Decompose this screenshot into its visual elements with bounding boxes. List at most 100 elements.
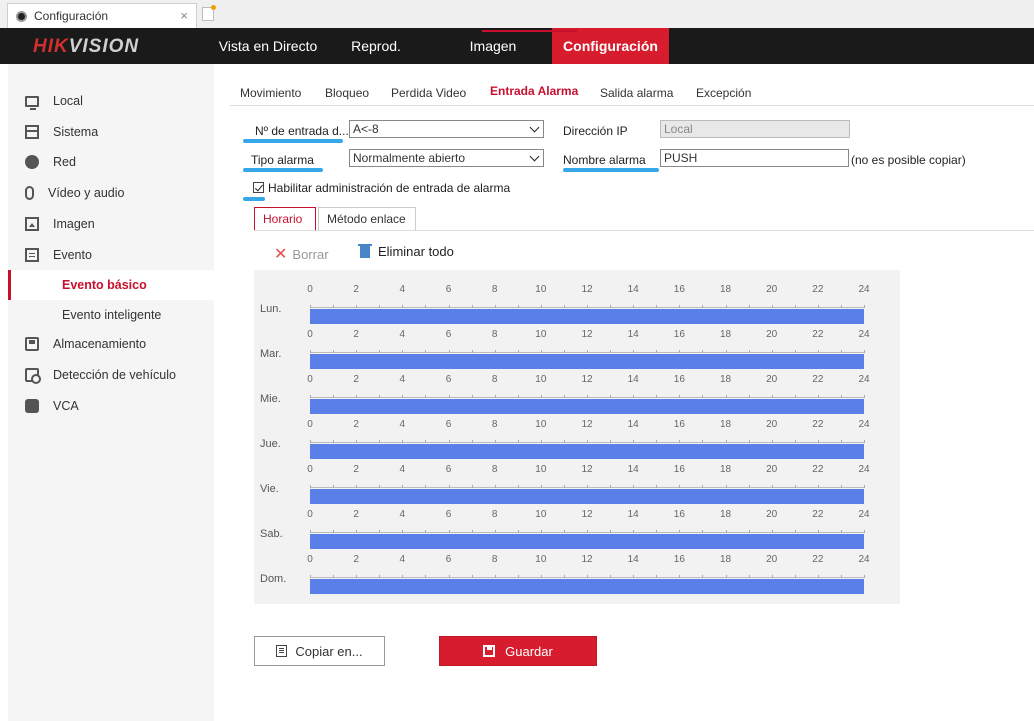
tab-linkage-method[interactable]: Método enlace (318, 207, 416, 231)
schedule-bar[interactable] (310, 579, 864, 594)
hour-tick (748, 530, 750, 533)
sidebar-item-video-audio[interactable]: Vídeo y audio (8, 178, 214, 208)
sidebar-item-vca[interactable]: VCA (8, 391, 214, 421)
nav-image[interactable]: Imagen (454, 28, 532, 64)
browser-tab[interactable]: Configuración × (7, 3, 197, 28)
day-label: Lun. (260, 303, 282, 315)
monitor-icon (25, 95, 39, 110)
hour-tick-label: 4 (399, 509, 406, 520)
new-tab-icon[interactable] (202, 5, 216, 21)
sidebar-item-event[interactable]: Evento (8, 240, 214, 270)
alarm-type-select[interactable]: Normalmente abierto (349, 149, 544, 167)
schedule-bar[interactable] (310, 444, 864, 459)
hour-tick (379, 485, 381, 488)
tab-video-loss[interactable]: Perdida Video (391, 86, 466, 100)
nav-playback[interactable]: Reprod. (337, 28, 415, 64)
hour-tick (563, 440, 565, 443)
tab-exception[interactable]: Excepción (696, 86, 751, 100)
hour-tick (587, 440, 588, 443)
delete-button[interactable]: ✕ Borrar (274, 244, 329, 264)
schedule-bar[interactable] (310, 309, 864, 324)
hour-tick-label: 0 (307, 464, 313, 475)
close-icon: ✕ (274, 246, 288, 263)
tab-tamper[interactable]: Bloqueo (325, 86, 369, 100)
hour-tick (771, 575, 773, 578)
hour-tick (379, 440, 381, 443)
hour-tick-label: 12 (581, 464, 593, 475)
hour-tick (494, 530, 496, 533)
hour-tick-label: 24 (858, 374, 870, 385)
hour-tick (425, 485, 427, 488)
hour-tick (517, 395, 519, 398)
hour-tick-label: 4 (399, 554, 406, 565)
trash-icon (358, 243, 372, 258)
hour-tick-label: 8 (491, 464, 498, 475)
copy-to-button[interactable]: Copiar en... (254, 636, 385, 666)
hour-tick (517, 305, 519, 308)
alarm-input-no-select[interactable]: A<-8 (349, 120, 544, 138)
delete-all-button[interactable]: Eliminar todo (358, 243, 454, 259)
hour-tick-label: 20 (766, 374, 778, 385)
hour-tick (310, 305, 311, 308)
schedule-row[interactable]: Jue. 0 2 4 6 8 10 12 14 16 18 20 22 24 (254, 417, 900, 462)
sidebar-item-image[interactable]: Imagen (8, 209, 214, 239)
sidebar-item-storage[interactable]: Almacenamiento (8, 329, 214, 359)
hour-tick (356, 395, 358, 398)
close-tab-icon[interactable]: × (180, 8, 188, 23)
schedule-row[interactable]: Mie. 0 2 4 6 8 10 12 14 16 18 20 22 24 (254, 372, 900, 417)
enable-alarm-input-checkbox[interactable] (253, 182, 264, 193)
image-icon (25, 217, 39, 231)
sidebar-item-network[interactable]: Red (8, 147, 214, 177)
microphone-icon (25, 186, 34, 200)
hour-tick (540, 440, 542, 443)
hour-tick (794, 350, 796, 353)
tab-alarm-output[interactable]: Salida alarma (600, 86, 673, 100)
nav-configuration[interactable]: Configuración (552, 28, 669, 64)
sidebar: Local Sistema Red Vídeo y audio Imagen E… (8, 64, 214, 721)
sidebar-item-basic-event[interactable]: Evento básico (8, 270, 214, 300)
schedule-row[interactable]: Lun. 0 2 4 6 8 10 12 14 16 18 20 22 24 (254, 282, 900, 327)
sidebar-item-vehicle-detection[interactable]: Detección de vehículo (8, 360, 214, 390)
schedule-bar[interactable] (310, 534, 864, 549)
hour-tick-label: 6 (445, 554, 452, 565)
tab-schedule[interactable]: Horario (254, 207, 316, 231)
hour-tick (771, 530, 773, 533)
schedule-row[interactable]: Sab. 0 2 4 6 8 10 12 14 16 18 20 22 24 (254, 507, 900, 552)
hour-tick (425, 305, 427, 308)
hour-tick (679, 350, 681, 353)
schedule-row[interactable]: Vie. 0 2 4 6 8 10 12 14 16 18 20 22 24 (254, 462, 900, 507)
hour-tick-label: 4 (399, 329, 406, 340)
sidebar-item-smart-event[interactable]: Evento inteligente (8, 300, 214, 330)
hour-tick (679, 530, 681, 533)
tab-motion[interactable]: Movimiento (240, 86, 301, 100)
hour-tick (587, 485, 588, 488)
weekly-schedule[interactable]: Lun. 0 2 4 6 8 10 12 14 16 18 20 22 24 Mar. 0 2 4 6 8 10 12 14… (254, 270, 900, 604)
alarm-name-input[interactable]: PUSH (660, 149, 849, 167)
hour-tick (471, 530, 473, 533)
hour-tick-label: 10 (535, 464, 547, 475)
hour-tick (864, 440, 865, 443)
hour-tick (748, 575, 750, 578)
hour-tick (679, 575, 681, 578)
schedule-row[interactable]: Dom. 0 2 4 6 8 10 12 14 16 18 20 22 24 (254, 552, 900, 597)
schedule-bar[interactable] (310, 354, 864, 369)
hour-tick-label: 24 (858, 419, 870, 430)
hour-tick-label: 0 (307, 329, 313, 340)
browser-tab-title: Configuración (34, 9, 109, 23)
sidebar-item-system[interactable]: Sistema (8, 117, 214, 147)
save-button[interactable]: Guardar (439, 636, 597, 666)
schedule-bar[interactable] (310, 489, 864, 504)
hour-tick (494, 485, 496, 488)
hour-tick (817, 575, 819, 578)
sidebar-item-label: Detección de vehículo (53, 368, 176, 382)
top-navigation: HIKVISION Vista en Directo Reprod. Image… (0, 28, 1034, 64)
sidebar-item-local[interactable]: Local (8, 86, 214, 116)
nav-live-view[interactable]: Vista en Directo (213, 28, 323, 64)
sidebar-item-label: VCA (53, 399, 79, 413)
hour-tick (587, 350, 588, 353)
sidebar-item-label: Red (53, 155, 76, 169)
tab-alarm-input[interactable]: Entrada Alarma (490, 84, 578, 98)
schedule-row[interactable]: Mar. 0 2 4 6 8 10 12 14 16 18 20 22 24 (254, 327, 900, 372)
schedule-bar[interactable] (310, 399, 864, 414)
hour-tick (517, 485, 519, 488)
